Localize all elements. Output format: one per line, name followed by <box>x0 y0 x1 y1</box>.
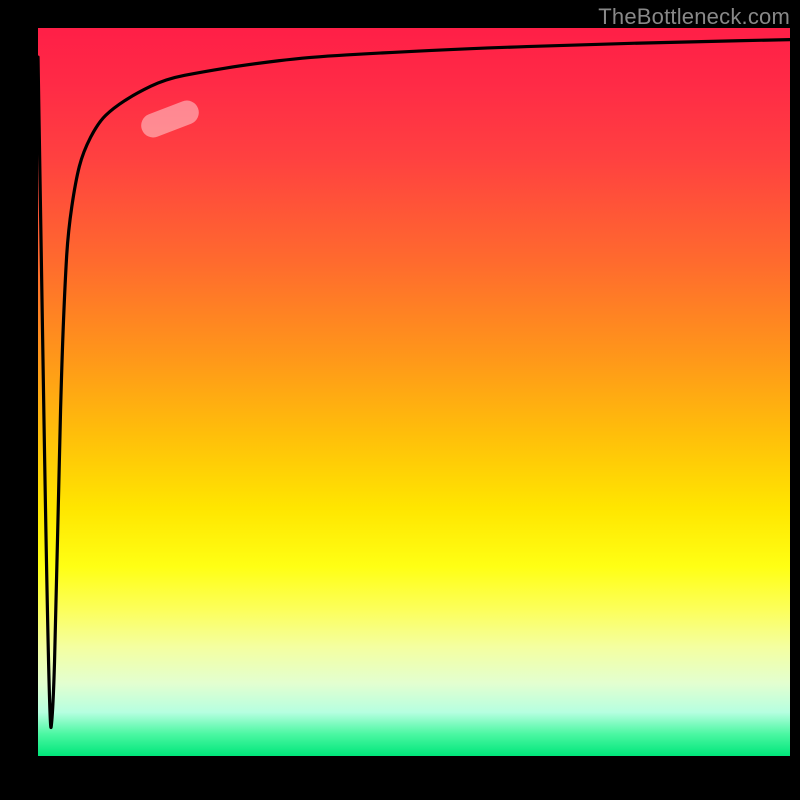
attribution-text: TheBottleneck.com <box>598 4 790 30</box>
chart-stage: TheBottleneck.com <box>0 0 800 800</box>
curve-svg-layer <box>38 28 790 756</box>
bottleneck-curve <box>38 40 790 728</box>
plot-area <box>38 28 790 756</box>
